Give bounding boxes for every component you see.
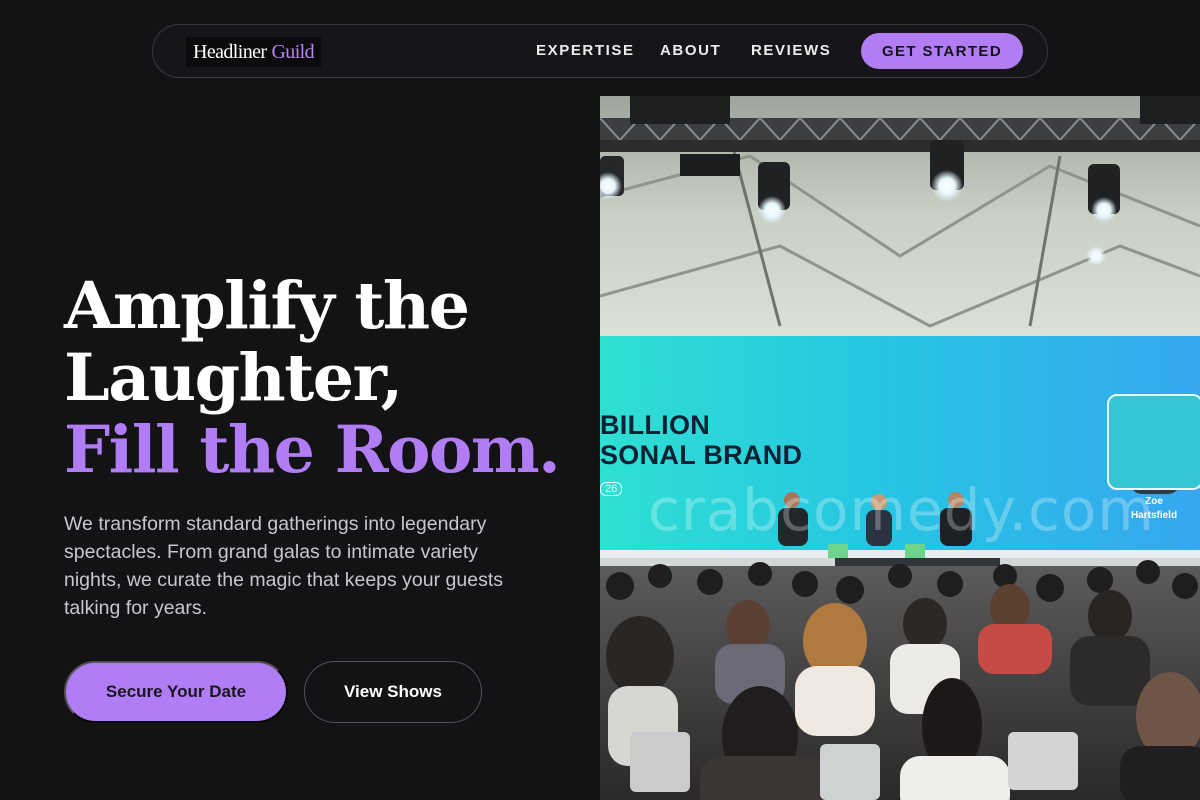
screen-text-line-2: SONAL BRAND (600, 440, 803, 470)
view-shows-button[interactable]: View Shows (304, 661, 482, 723)
brand-name-part2: Guild (271, 40, 315, 63)
screen-text-line-1: BILLION (600, 410, 711, 440)
hero-description: We transform standard gatherings into le… (64, 513, 503, 619)
event-photo: BILLION SONAL BRAND 26 Zoe Hartsfield cr… (600, 96, 1200, 800)
headline-line-2: Laughter, (64, 340, 403, 416)
headline-accent-line: Fill the Room. (64, 412, 561, 488)
nav-link-about[interactable]: ABOUT (660, 42, 721, 59)
top-navbar: Headliner Guild EXPERTISE ABOUT REVIEWS … (152, 24, 1048, 78)
brand-logo[interactable]: Headliner Guild (186, 37, 322, 67)
secure-your-date-button[interactable]: Secure Your Date (64, 661, 288, 723)
nav-link-reviews[interactable]: REVIEWS (751, 42, 831, 59)
get-started-button[interactable]: GET STARTED (861, 33, 1023, 69)
brand-name-part1: Headliner (193, 40, 267, 63)
nav-link-expertise[interactable]: EXPERTISE (536, 42, 635, 59)
watermark-text: crabcomedy.com (648, 476, 1155, 544)
headline-line-1: Amplify the (64, 268, 470, 344)
screen-small-badge: 26 (600, 482, 623, 496)
hero-headline: Amplify the Laughter, Fill the Room. (64, 270, 584, 486)
